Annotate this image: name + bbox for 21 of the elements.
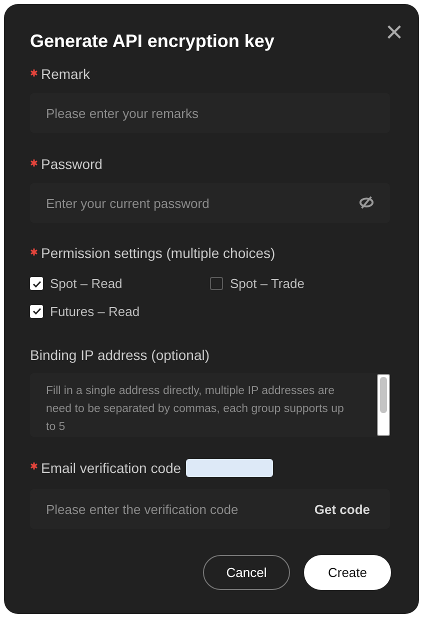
- field-label: Password: [41, 156, 102, 173]
- checkbox-label: Futures – Read: [50, 302, 140, 320]
- create-button[interactable]: Create: [304, 555, 391, 590]
- field-label: Remark: [41, 66, 90, 83]
- remark-field[interactable]: Please enter your remarks: [30, 93, 390, 133]
- eye-slash-icon[interactable]: [359, 196, 374, 209]
- checkbox[interactable]: [210, 277, 223, 290]
- checkbox[interactable]: [30, 277, 43, 290]
- password-field[interactable]: Enter your current password: [30, 183, 390, 223]
- scrollbar[interactable]: [377, 374, 390, 436]
- cancel-button[interactable]: Cancel: [203, 555, 290, 590]
- checkbox-label: Spot – Read: [50, 275, 122, 293]
- get-code-link[interactable]: Get code: [314, 500, 370, 520]
- checkbox-label: Spot – Trade: [230, 275, 304, 293]
- field-label: Permission settings (multiple choices): [41, 245, 276, 262]
- field-label: Email verification code: [41, 460, 182, 476]
- ip-address-textarea[interactable]: Fill in a single address directly, multiple IP addresses are need to be separated by commas, each group supports up to 5: [30, 373, 390, 437]
- dialog-title: Generate API encryption key: [30, 30, 276, 52]
- placeholder-text: Fill in a single address directly, multiple IP addresses are need to be separated by commas, each group supports up to 5: [46, 384, 345, 435]
- checkbox[interactable]: [30, 304, 43, 318]
- field-label: Binding IP address (optional): [30, 347, 210, 364]
